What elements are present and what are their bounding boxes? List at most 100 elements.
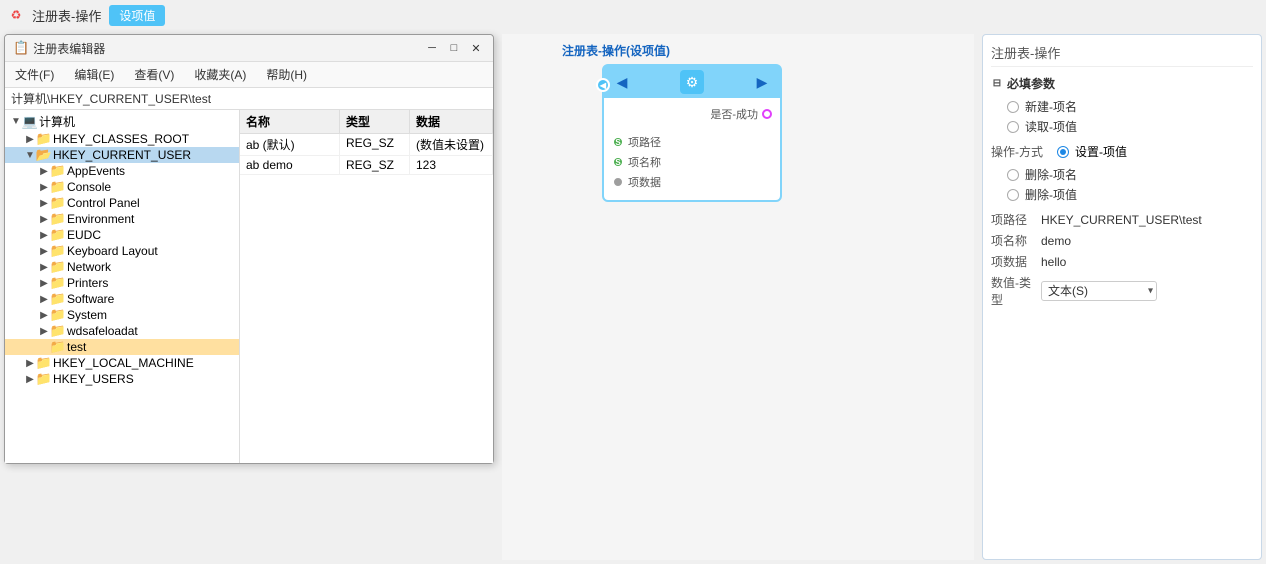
radio-label-set-value: 设置-项值 — [1075, 143, 1127, 160]
tree-label-wdsafeloadat: wdsafeloadat — [67, 324, 138, 338]
close-button[interactable]: ✕ — [467, 39, 485, 57]
input-label-data: 项数据 — [628, 174, 661, 190]
tree-label-local-machine: HKEY_LOCAL_MACHINE — [53, 356, 194, 370]
right-panel: 注册表-操作 ⊟ 必填参数 新建-项名 读取-项值 操作-方式 设置-项值 — [982, 34, 1262, 560]
tree-item-test[interactable]: 📁 test — [5, 339, 239, 355]
tree-item-system[interactable]: ▶ 📁 System — [5, 307, 239, 323]
folder-icon-local-machine: 📁 — [37, 356, 51, 370]
tree-item-users[interactable]: ▶ 📁 HKEY_USERS — [5, 371, 239, 387]
node-input-name: S 项名称 — [612, 152, 772, 172]
tree-item-local-machine[interactable]: ▶ 📁 HKEY_LOCAL_MACHINE — [5, 355, 239, 371]
tree-label-classes-root: HKEY_CLASSES_ROOT — [53, 132, 189, 146]
maximize-button[interactable]: □ — [445, 39, 463, 57]
table-row[interactable]: ab demo REG_SZ 123 — [240, 156, 493, 175]
tree-item-printers[interactable]: ▶ 📁 Printers — [5, 275, 239, 291]
node-port-left[interactable]: ◀ — [596, 78, 610, 92]
tree-item-software[interactable]: ▶ 📁 Software — [5, 291, 239, 307]
top-toolbar: ♻ 注册表-操作 设项值 — [0, 0, 1266, 30]
prop-value-data: hello — [1041, 255, 1066, 269]
cell-type-demo: REG_SZ — [340, 156, 410, 174]
tree-panel[interactable]: ▼ 💻 计算机 ▶ 📁 HKEY_CLASSES_ROOT ▼ 📂 HKEY_C… — [5, 110, 240, 463]
folder-icon-control-panel: 📁 — [51, 196, 65, 210]
main-area: 📋 注册表编辑器 ─ □ ✕ 文件(F) 编辑(E) 查看(V) 收藏夹(A) … — [0, 30, 1266, 564]
table-row[interactable]: ab (默认) REG_SZ (数值未设置) — [240, 134, 493, 156]
tree-item-control-panel[interactable]: ▶ 📁 Control Panel — [5, 195, 239, 211]
expander-network: ▶ — [37, 260, 51, 274]
expander-computer: ▼ — [9, 115, 23, 129]
radio-circle-delete-value — [1007, 189, 1019, 201]
node-gear-icon: ⚙ — [680, 70, 704, 94]
tree-item-console[interactable]: ▶ 📁 Console — [5, 179, 239, 195]
operation-method-row: 操作-方式 设置-项值 — [991, 143, 1253, 160]
canvas-area: 注册表-操作(设项值) ◀ ◀ ⚙ ▶ 是否-成功 S 项路径 — [502, 34, 974, 560]
expander-keyboard-layout: ▶ — [37, 244, 51, 258]
radio-circle-delete-name — [1007, 169, 1019, 181]
folder-icon-users: 📁 — [37, 372, 51, 386]
node-arrow-left[interactable]: ◀ — [612, 72, 632, 92]
tree-item-network[interactable]: ▶ 📁 Network — [5, 259, 239, 275]
tree-item-classes-root[interactable]: ▶ 📁 HKEY_CLASSES_ROOT — [5, 131, 239, 147]
set-value-button[interactable]: 设项值 — [109, 5, 165, 26]
col-header-type: 类型 — [340, 110, 410, 133]
radio-delete-value[interactable]: 删除-项值 — [1007, 186, 1253, 203]
node-arrow-right[interactable]: ▶ — [752, 72, 772, 92]
editor-icon: 📋 — [13, 40, 29, 56]
prop-row-name: 项名称 demo — [991, 232, 1253, 249]
tree-item-appevents[interactable]: ▶ 📁 AppEvents — [5, 163, 239, 179]
tree-item-current-user[interactable]: ▼ 📂 HKEY_CURRENT_USER — [5, 147, 239, 163]
prop-row-value-type: 数值-类型 文本(S) 整数(D) 二进制(B) 多字符串(M) 可扩展字符串(… — [991, 274, 1253, 308]
radio-read-value[interactable]: 读取-项值 — [1007, 118, 1253, 135]
radio-label-read-value: 读取-项值 — [1025, 118, 1077, 135]
menu-edit[interactable]: 编辑(E) — [68, 64, 120, 85]
folder-icon-test: 📁 — [51, 340, 65, 354]
radio-label-delete-value: 删除-项值 — [1025, 186, 1077, 203]
tree-label-printers: Printers — [67, 276, 108, 290]
radio-delete-name[interactable]: 删除-项名 — [1007, 166, 1253, 183]
port-item-data — [612, 176, 624, 188]
radio-circle-read-value — [1007, 121, 1019, 133]
section-label-required: 必填参数 — [1007, 75, 1055, 92]
cell-type-default: REG_SZ — [340, 134, 410, 155]
prop-value-path: HKEY_CURRENT_USER\test — [1041, 213, 1202, 227]
radio-circle-set-value[interactable] — [1057, 146, 1069, 158]
tree-item-keyboard-layout[interactable]: ▶ 📁 Keyboard Layout — [5, 243, 239, 259]
node-body: 是否-成功 S 项路径 S 项名称 项数据 — [604, 98, 780, 200]
address-text: 计算机\HKEY_CURRENT_USER\test — [11, 90, 211, 107]
tree-label-keyboard-layout: Keyboard Layout — [67, 244, 158, 258]
radio-group-operations: 新建-项名 读取-项值 — [1007, 98, 1253, 135]
registry-editor-window: 📋 注册表编辑器 ─ □ ✕ 文件(F) 编辑(E) 查看(V) 收藏夹(A) … — [4, 34, 494, 464]
minimize-button[interactable]: ─ — [423, 39, 441, 57]
flow-node: ◀ ◀ ⚙ ▶ 是否-成功 S 项路径 S — [602, 64, 782, 202]
input-label-path: 项路径 — [628, 134, 661, 150]
section-collapse-icon[interactable]: ⊟ — [991, 78, 1003, 90]
menu-help[interactable]: 帮助(H) — [260, 64, 313, 85]
tree-item-eudc[interactable]: ▶ 📁 EUDC — [5, 227, 239, 243]
tree-item-environment[interactable]: ▶ 📁 Environment — [5, 211, 239, 227]
radio-label-delete-name: 删除-项名 — [1025, 166, 1077, 183]
output-dot-success — [762, 109, 772, 119]
port-item-name: S — [612, 156, 624, 168]
flow-node-title-label: 注册表-操作(设项值) — [562, 42, 670, 59]
window-titlebar: 📋 注册表编辑器 ─ □ ✕ — [5, 35, 493, 62]
value-type-select[interactable]: 文本(S) 整数(D) 二进制(B) 多字符串(M) 可扩展字符串(E) — [1041, 281, 1157, 301]
registry-icon: ♻ — [8, 7, 24, 23]
expander-printers: ▶ — [37, 276, 51, 290]
tree-label-appevents: AppEvents — [67, 164, 125, 178]
folder-icon-environment: 📁 — [51, 212, 65, 226]
menu-file[interactable]: 文件(F) — [9, 64, 60, 85]
radio-new-name[interactable]: 新建-项名 — [1007, 98, 1253, 115]
section-header-required: ⊟ 必填参数 — [991, 75, 1253, 92]
folder-icon-current-user: 📂 — [37, 148, 51, 162]
value-type-select-wrapper: 文本(S) 整数(D) 二进制(B) 多字符串(M) 可扩展字符串(E) — [1041, 281, 1157, 301]
folder-icon-printers: 📁 — [51, 276, 65, 290]
expander-console: ▶ — [37, 180, 51, 194]
tree-item-computer[interactable]: ▼ 💻 计算机 — [5, 112, 239, 131]
prop-value-name: demo — [1041, 234, 1071, 248]
tree-label-control-panel: Control Panel — [67, 196, 140, 210]
toolbar-label: 注册表-操作 — [32, 6, 101, 25]
prop-row-data: 项数据 hello — [991, 253, 1253, 270]
tree-item-wdsafeloadat[interactable]: ▶ 📁 wdsafeloadat — [5, 323, 239, 339]
folder-icon-console: 📁 — [51, 180, 65, 194]
menu-favorites[interactable]: 收藏夹(A) — [188, 64, 252, 85]
menu-view[interactable]: 查看(V) — [128, 64, 180, 85]
